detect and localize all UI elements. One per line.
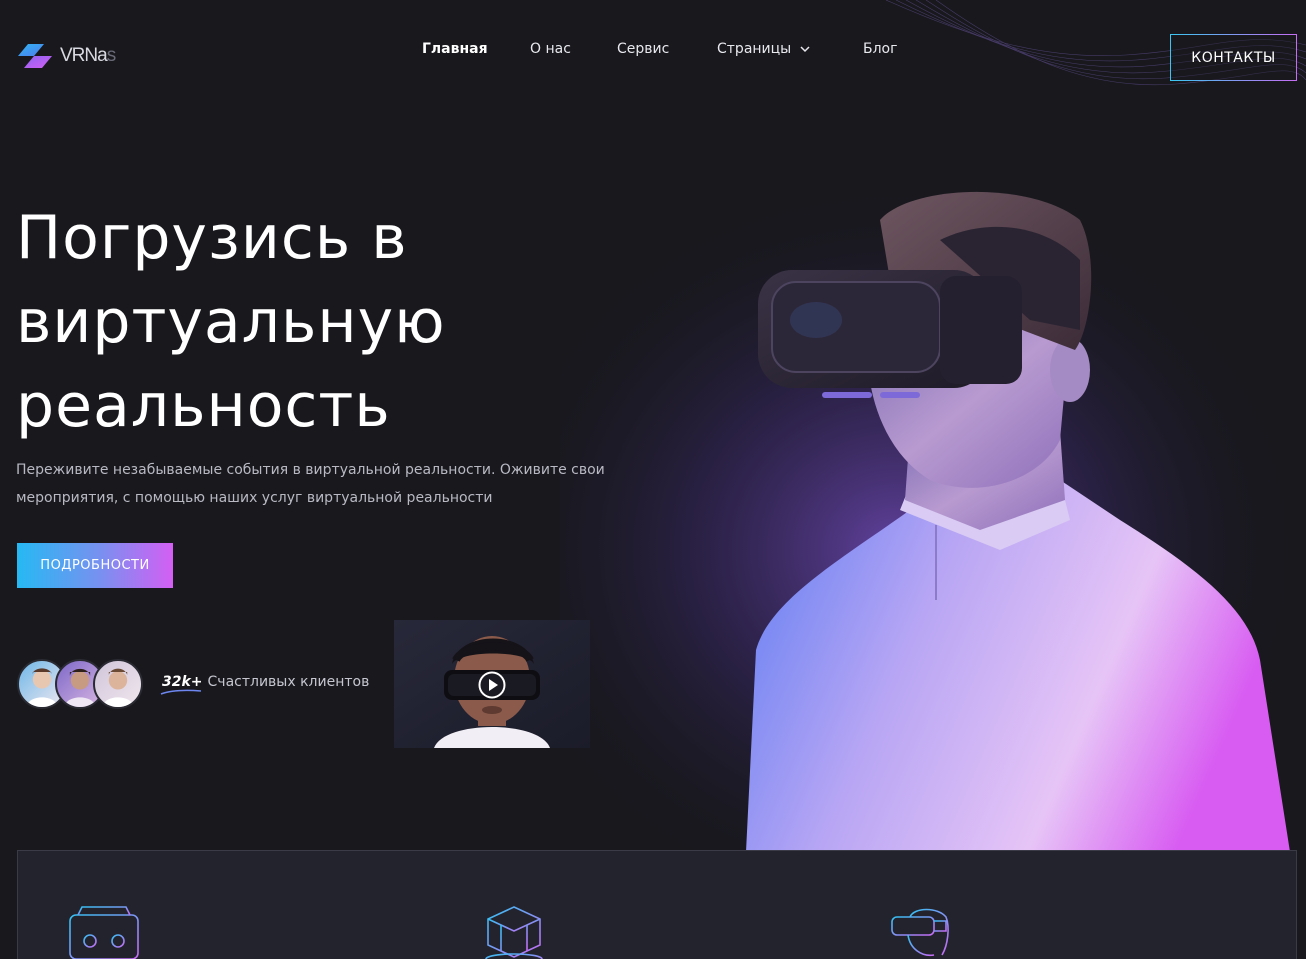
vr-person-icon [891, 908, 949, 959]
chevron-down-icon [800, 46, 810, 53]
hero-title: Погрузись в виртуальную реальность [16, 196, 576, 448]
logo-text-strong: VRNa [60, 45, 108, 66]
nav-item-pages-label: Страницы [717, 41, 792, 57]
hero-description-line-2: мероприятия, с помощью наших услуг вирту… [16, 490, 493, 506]
clients-count: 32k+ [160, 674, 203, 695]
site-header: VRNas Главная О нас Сервис Страницы Блог… [0, 0, 1306, 110]
hero-description-line-1: Переживите незабываемые события в виртуа… [16, 462, 605, 478]
client-avatars [17, 659, 147, 711]
vr-headset-icon [69, 906, 139, 959]
hero-title-line-3: реальность [16, 371, 391, 441]
play-icon[interactable] [478, 671, 506, 699]
nav-item-service[interactable]: Сервис [617, 38, 717, 60]
logo[interactable]: VRNas [18, 42, 116, 70]
main-nav: Главная О нас Сервис Страницы Блог [422, 38, 923, 60]
details-button[interactable]: ПОДРОБНОСТИ [17, 543, 173, 588]
hero-title-line-1: Погрузись в [16, 203, 408, 273]
clients-label: Счастливых клиентов [207, 674, 370, 690]
avatar [93, 659, 143, 709]
logo-text-fade: s [106, 45, 116, 66]
nav-item-about[interactable]: О нас [530, 38, 617, 60]
nav-item-blog[interactable]: Блог [863, 38, 923, 60]
hero-vr-person-image [560, 180, 1306, 852]
nav-item-home[interactable]: Главная [422, 38, 530, 60]
logo-mark-icon [18, 44, 52, 68]
features-panel [17, 850, 1297, 959]
clients-count-value: 32k+ [162, 674, 203, 690]
underline-swoosh-icon [160, 689, 202, 695]
logo-text: VRNas [60, 45, 116, 67]
clients-stat: 32k+ Счастливых клиентов [160, 674, 370, 695]
hero-description: Переживите незабываемые события в виртуа… [16, 456, 656, 512]
contacts-button[interactable]: КОНТАКТЫ [1170, 34, 1297, 81]
video-thumbnail[interactable] [394, 620, 590, 748]
vr-cube-icon [485, 906, 543, 959]
hero-title-line-2: виртуальную [16, 287, 446, 357]
nav-item-pages[interactable]: Страницы [717, 38, 863, 60]
